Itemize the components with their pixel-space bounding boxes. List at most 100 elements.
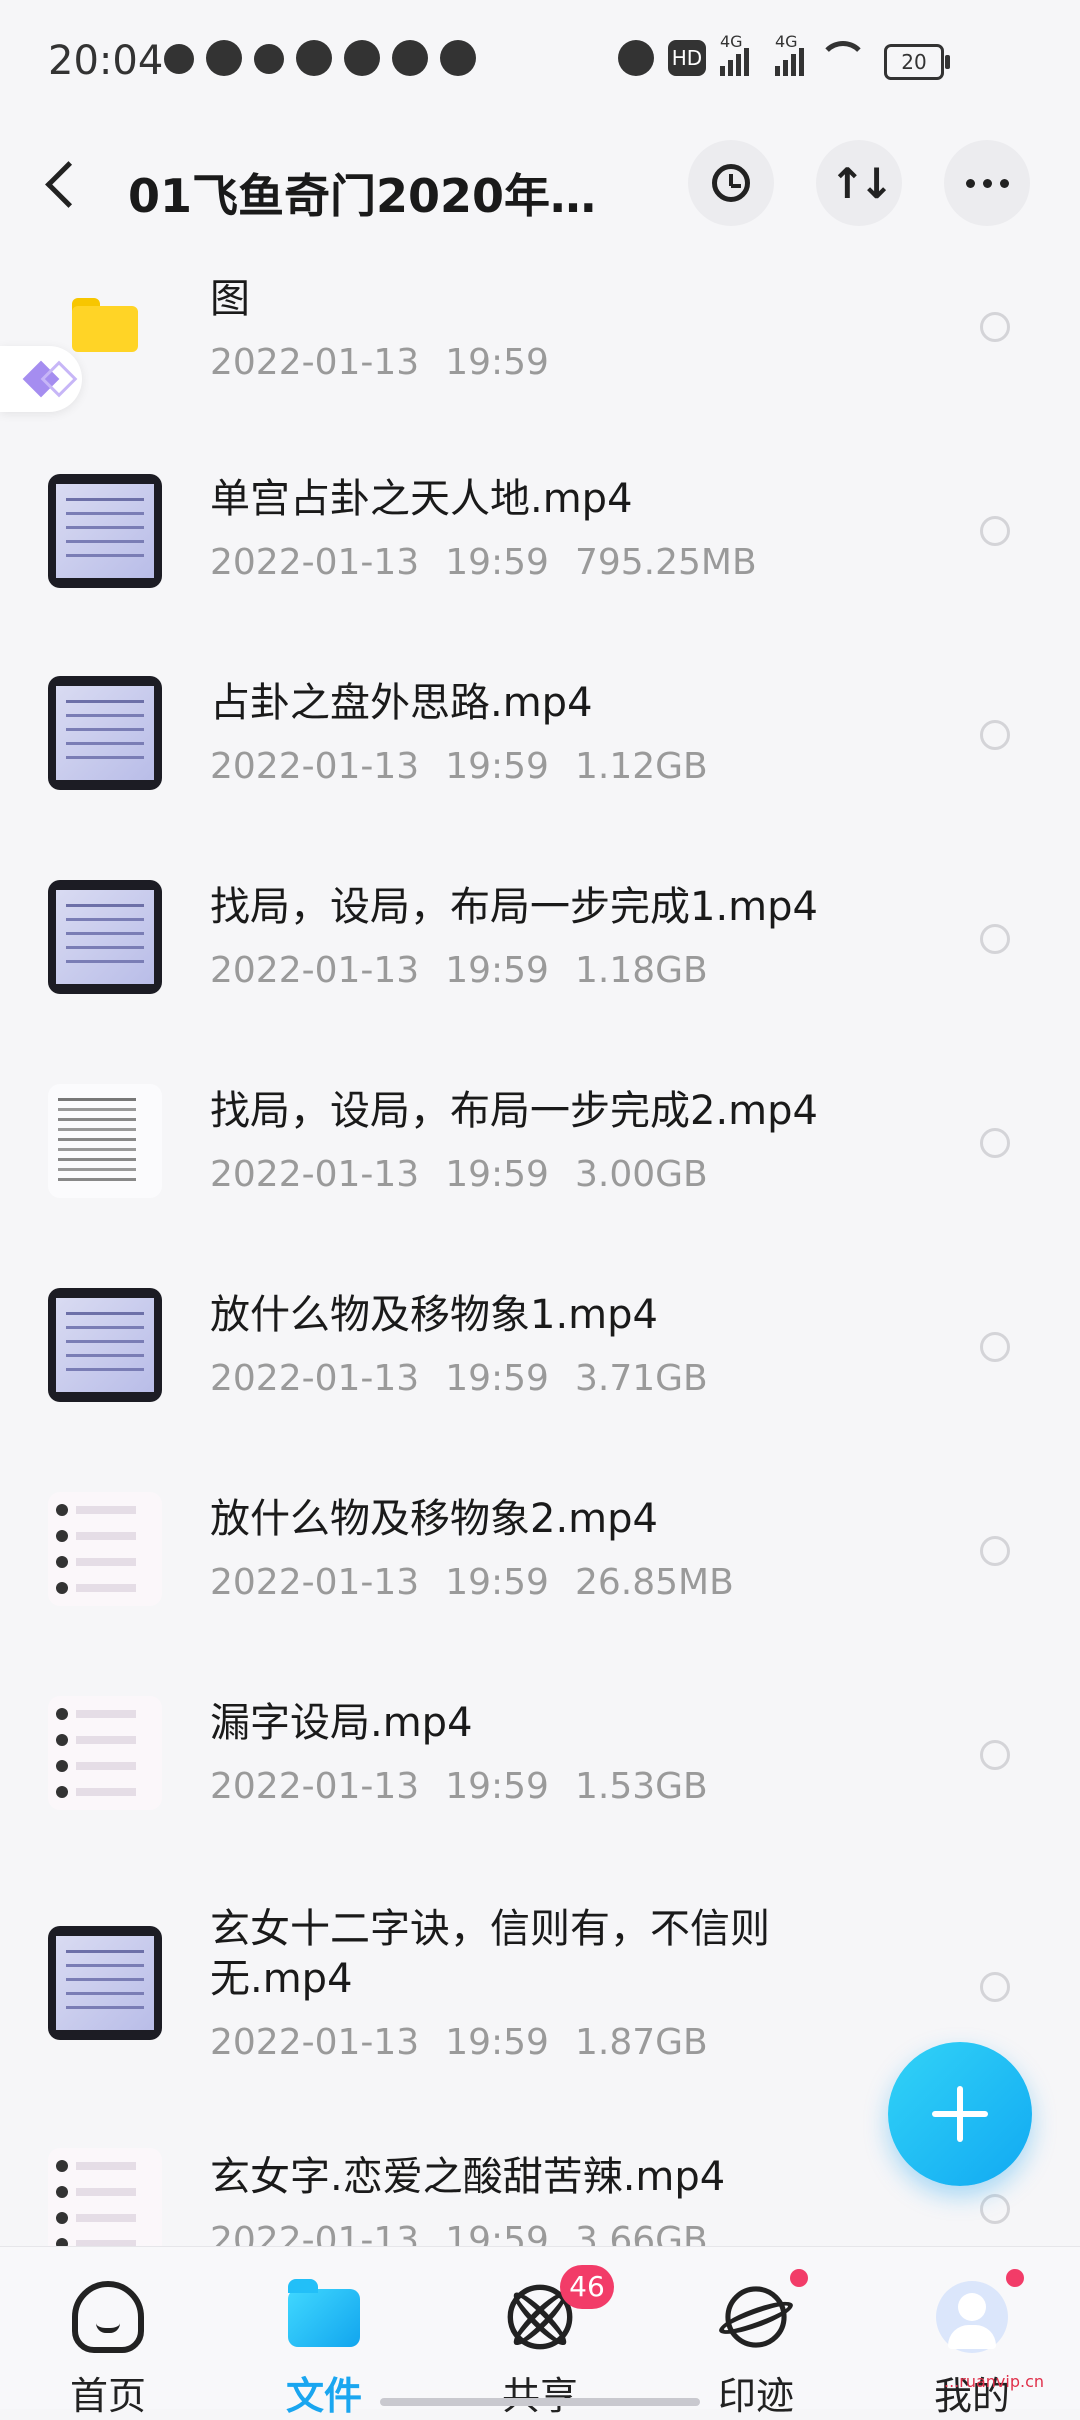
file-size: 3.00GB (574, 1154, 708, 1195)
page-title: 01飞鱼奇门2020年… (128, 169, 597, 223)
select-radio[interactable] (980, 1740, 1010, 1770)
file-time: 19:59 (445, 2022, 549, 2063)
file-time: 19:59 (445, 1562, 549, 1603)
notification-dot (790, 2269, 808, 2287)
app-notification-icon (164, 44, 194, 74)
nav-trace[interactable]: 印迹 (676, 2247, 836, 2418)
sort-icon: ↑↓ (829, 158, 894, 208)
notification-icons (164, 40, 476, 76)
nav-files[interactable]: 文件 (244, 2247, 404, 2418)
file-meta: 2022-01-13 19:59 3.00GB (210, 1154, 734, 1195)
header: 01飞鱼奇门2020年… ↑↓ (0, 140, 1080, 240)
folder-icon (288, 2279, 360, 2347)
list-item[interactable]: 放什么物及移物象2.mp4 2022-01-13 19:59 26.85MB (0, 1474, 1080, 1678)
app-notification-icon (344, 40, 380, 76)
select-radio[interactable] (980, 2194, 1010, 2224)
file-meta: 2022-01-13 19:59 795.25MB (210, 542, 783, 583)
file-meta: 2022-01-13 19:59 3.71GB (210, 1358, 734, 1399)
notification-dot (1006, 2269, 1024, 2287)
file-meta: 2022-01-13 19:59 1.87GB (210, 2022, 734, 2063)
file-name: 图 (210, 276, 250, 322)
file-name: 放什么物及移物象2.mp4 (210, 1496, 658, 1542)
hd-icon: HD (668, 40, 706, 76)
select-radio[interactable] (980, 1128, 1010, 1158)
history-icon (712, 164, 750, 202)
wifi-icon (818, 40, 868, 76)
file-meta: 2022-01-13 19:59 26.85MB (210, 1562, 760, 1603)
back-icon[interactable] (45, 161, 92, 208)
file-date: 2022-01-13 (210, 950, 420, 991)
add-button[interactable] (888, 2042, 1032, 2186)
select-radio[interactable] (980, 1972, 1010, 2002)
file-time: 19:59 (445, 342, 549, 383)
select-radio[interactable] (980, 720, 1010, 750)
list-item[interactable]: 找局，设局，布局一步完成1.mp4 2022-01-13 19:59 1.18GB (0, 862, 1080, 1066)
select-radio[interactable] (980, 1536, 1010, 1566)
list-item[interactable]: 单宫占卦之天人地.mp4 2022-01-13 19:59 795.25MB (0, 454, 1080, 658)
network-type: 4G (775, 32, 798, 51)
file-date: 2022-01-13 (210, 1358, 420, 1399)
more-button[interactable] (944, 140, 1030, 226)
file-date: 2022-01-13 (210, 746, 420, 787)
file-name: 漏字设局.mp4 (210, 1700, 473, 1746)
battery-icon: 20 (884, 44, 950, 80)
alarm-icon (618, 40, 654, 76)
status-bar: 20:04 HD 4G 4G 20 (0, 0, 1080, 120)
bottom-nav: 首页 文件 46 共享 印迹 我的 (0, 2246, 1080, 2418)
app-notification-icon (254, 44, 284, 74)
file-size: 3.71GB (574, 1358, 708, 1399)
select-radio[interactable] (980, 312, 1010, 342)
file-time: 19:59 (445, 746, 549, 787)
watermark: ...ruanvip.cn (944, 2372, 1045, 2391)
file-date: 2022-01-13 (210, 1154, 420, 1195)
file-date: 2022-01-13 (210, 1766, 420, 1807)
select-radio[interactable] (980, 1332, 1010, 1362)
floating-tool-tab[interactable] (0, 346, 82, 412)
video-thumbnail (48, 474, 162, 588)
file-meta: 2022-01-13 19:59 1.18GB (210, 950, 734, 991)
notification-badge: 46 (560, 2265, 614, 2309)
weibo-icon (440, 40, 476, 76)
file-name: 找局，设局，布局一步完成2.mp4 (210, 1088, 818, 1134)
file-name: 单宫占卦之天人地.mp4 (210, 476, 633, 522)
list-item[interactable]: 找局，设局，布局一步完成2.mp4 2022-01-13 19:59 3.00GB (0, 1066, 1080, 1270)
nav-label: 首页 (69, 2374, 146, 2418)
file-size: 1.53GB (574, 1766, 708, 1807)
file-meta: 2022-01-13 19:59 (210, 342, 575, 383)
list-item[interactable]: 图 2022-01-13 19:59 (0, 250, 1080, 454)
wechat-icon (206, 40, 242, 76)
file-name: 玄女十二字诀，信则有，不信则无.mp4 (210, 1906, 770, 2002)
file-size: 26.85MB (574, 1562, 734, 1603)
file-time: 19:59 (445, 1358, 549, 1399)
chat-thumbnail (48, 2148, 162, 2262)
select-radio[interactable] (980, 924, 1010, 954)
list-item[interactable]: 漏字设局.mp4 2022-01-13 19:59 1.53GB (0, 1678, 1080, 1882)
file-size: 795.25MB (574, 542, 757, 583)
video-thumbnail (48, 676, 162, 790)
status-time: 20:04 (48, 38, 164, 84)
app-notification-icon (296, 40, 332, 76)
file-size: 1.87GB (574, 2022, 708, 2063)
file-name: 找局，设局，布局一步完成1.mp4 (210, 884, 818, 930)
list-item[interactable]: 占卦之盘外思路.mp4 2022-01-13 19:59 1.12GB (0, 658, 1080, 862)
plus-icon (932, 2086, 988, 2142)
nav-label: 印迹 (717, 2374, 794, 2418)
video-thumbnail (48, 880, 162, 994)
file-time: 19:59 (445, 950, 549, 991)
sort-button[interactable]: ↑↓ (816, 140, 902, 226)
select-radio[interactable] (980, 516, 1010, 546)
document-thumbnail (48, 1084, 162, 1198)
signal-icon: 4G (720, 32, 749, 76)
signal-icon: 4G (775, 32, 804, 76)
cloud-icon (72, 2281, 144, 2353)
file-name: 放什么物及移物象1.mp4 (210, 1292, 658, 1338)
nav-label: 文件 (285, 2374, 362, 2418)
file-date: 2022-01-13 (210, 2022, 420, 2063)
list-item[interactable]: 放什么物及移物象1.mp4 2022-01-13 19:59 3.71GB (0, 1270, 1080, 1474)
file-size: 1.12GB (574, 746, 708, 787)
nav-share[interactable]: 46 共享 (460, 2247, 620, 2418)
network-type: 4G (720, 32, 743, 51)
history-button[interactable] (688, 140, 774, 226)
nav-home[interactable]: 首页 (28, 2247, 188, 2418)
file-time: 19:59 (445, 1766, 549, 1807)
